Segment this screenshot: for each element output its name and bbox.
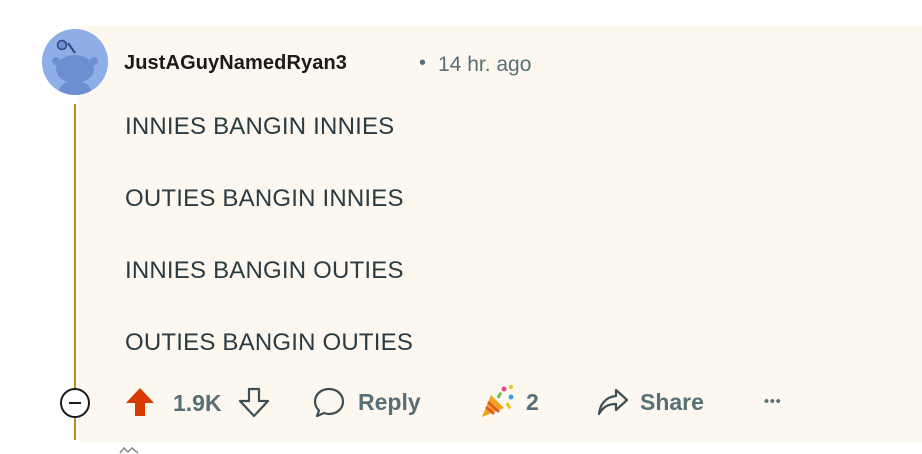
award-button[interactable]: 2 bbox=[478, 383, 539, 421]
downvote-arrow-icon bbox=[238, 387, 270, 418]
vote-score: 1.9K bbox=[173, 390, 222, 417]
user-avatar[interactable] bbox=[42, 29, 108, 95]
more-options-button[interactable]: ••• bbox=[764, 386, 782, 414]
comment-body-line: OUTIES BANGIN OUTIES bbox=[125, 329, 414, 356]
reply-button[interactable]: Reply bbox=[312, 386, 421, 418]
comment-container bbox=[78, 26, 922, 442]
comment-author[interactable]: JustAGuyNamedRyan3 bbox=[124, 52, 347, 75]
vote-score-label: 1.9K bbox=[173, 390, 222, 416]
comment-body-line: OUTIES BANGIN INNIES bbox=[125, 185, 404, 212]
share-label: Share bbox=[640, 388, 704, 415]
ellipsis-icon: ••• bbox=[764, 392, 782, 409]
next-comment-avatar-fragment bbox=[119, 446, 139, 454]
upvote-arrow-icon bbox=[126, 388, 154, 416]
snoo-avatar-icon bbox=[42, 29, 108, 95]
award-count: 2 bbox=[526, 388, 539, 415]
party-popper-icon bbox=[482, 385, 514, 417]
reply-label: Reply bbox=[358, 388, 421, 415]
share-button[interactable]: Share bbox=[596, 386, 704, 418]
meta-separator: • bbox=[419, 52, 427, 74]
collapse-thread-button[interactable] bbox=[60, 388, 90, 418]
comment-timestamp[interactable]: 14 hr. ago bbox=[438, 53, 531, 77]
share-arrow-icon bbox=[597, 388, 629, 416]
comment-body-line: INNIES BANGIN OUTIES bbox=[125, 257, 404, 284]
downvote-button[interactable] bbox=[238, 386, 270, 418]
upvote-button[interactable] bbox=[124, 386, 156, 418]
comment-body-line: INNIES BANGIN INNIES bbox=[125, 113, 395, 140]
speech-bubble-icon bbox=[313, 387, 345, 418]
